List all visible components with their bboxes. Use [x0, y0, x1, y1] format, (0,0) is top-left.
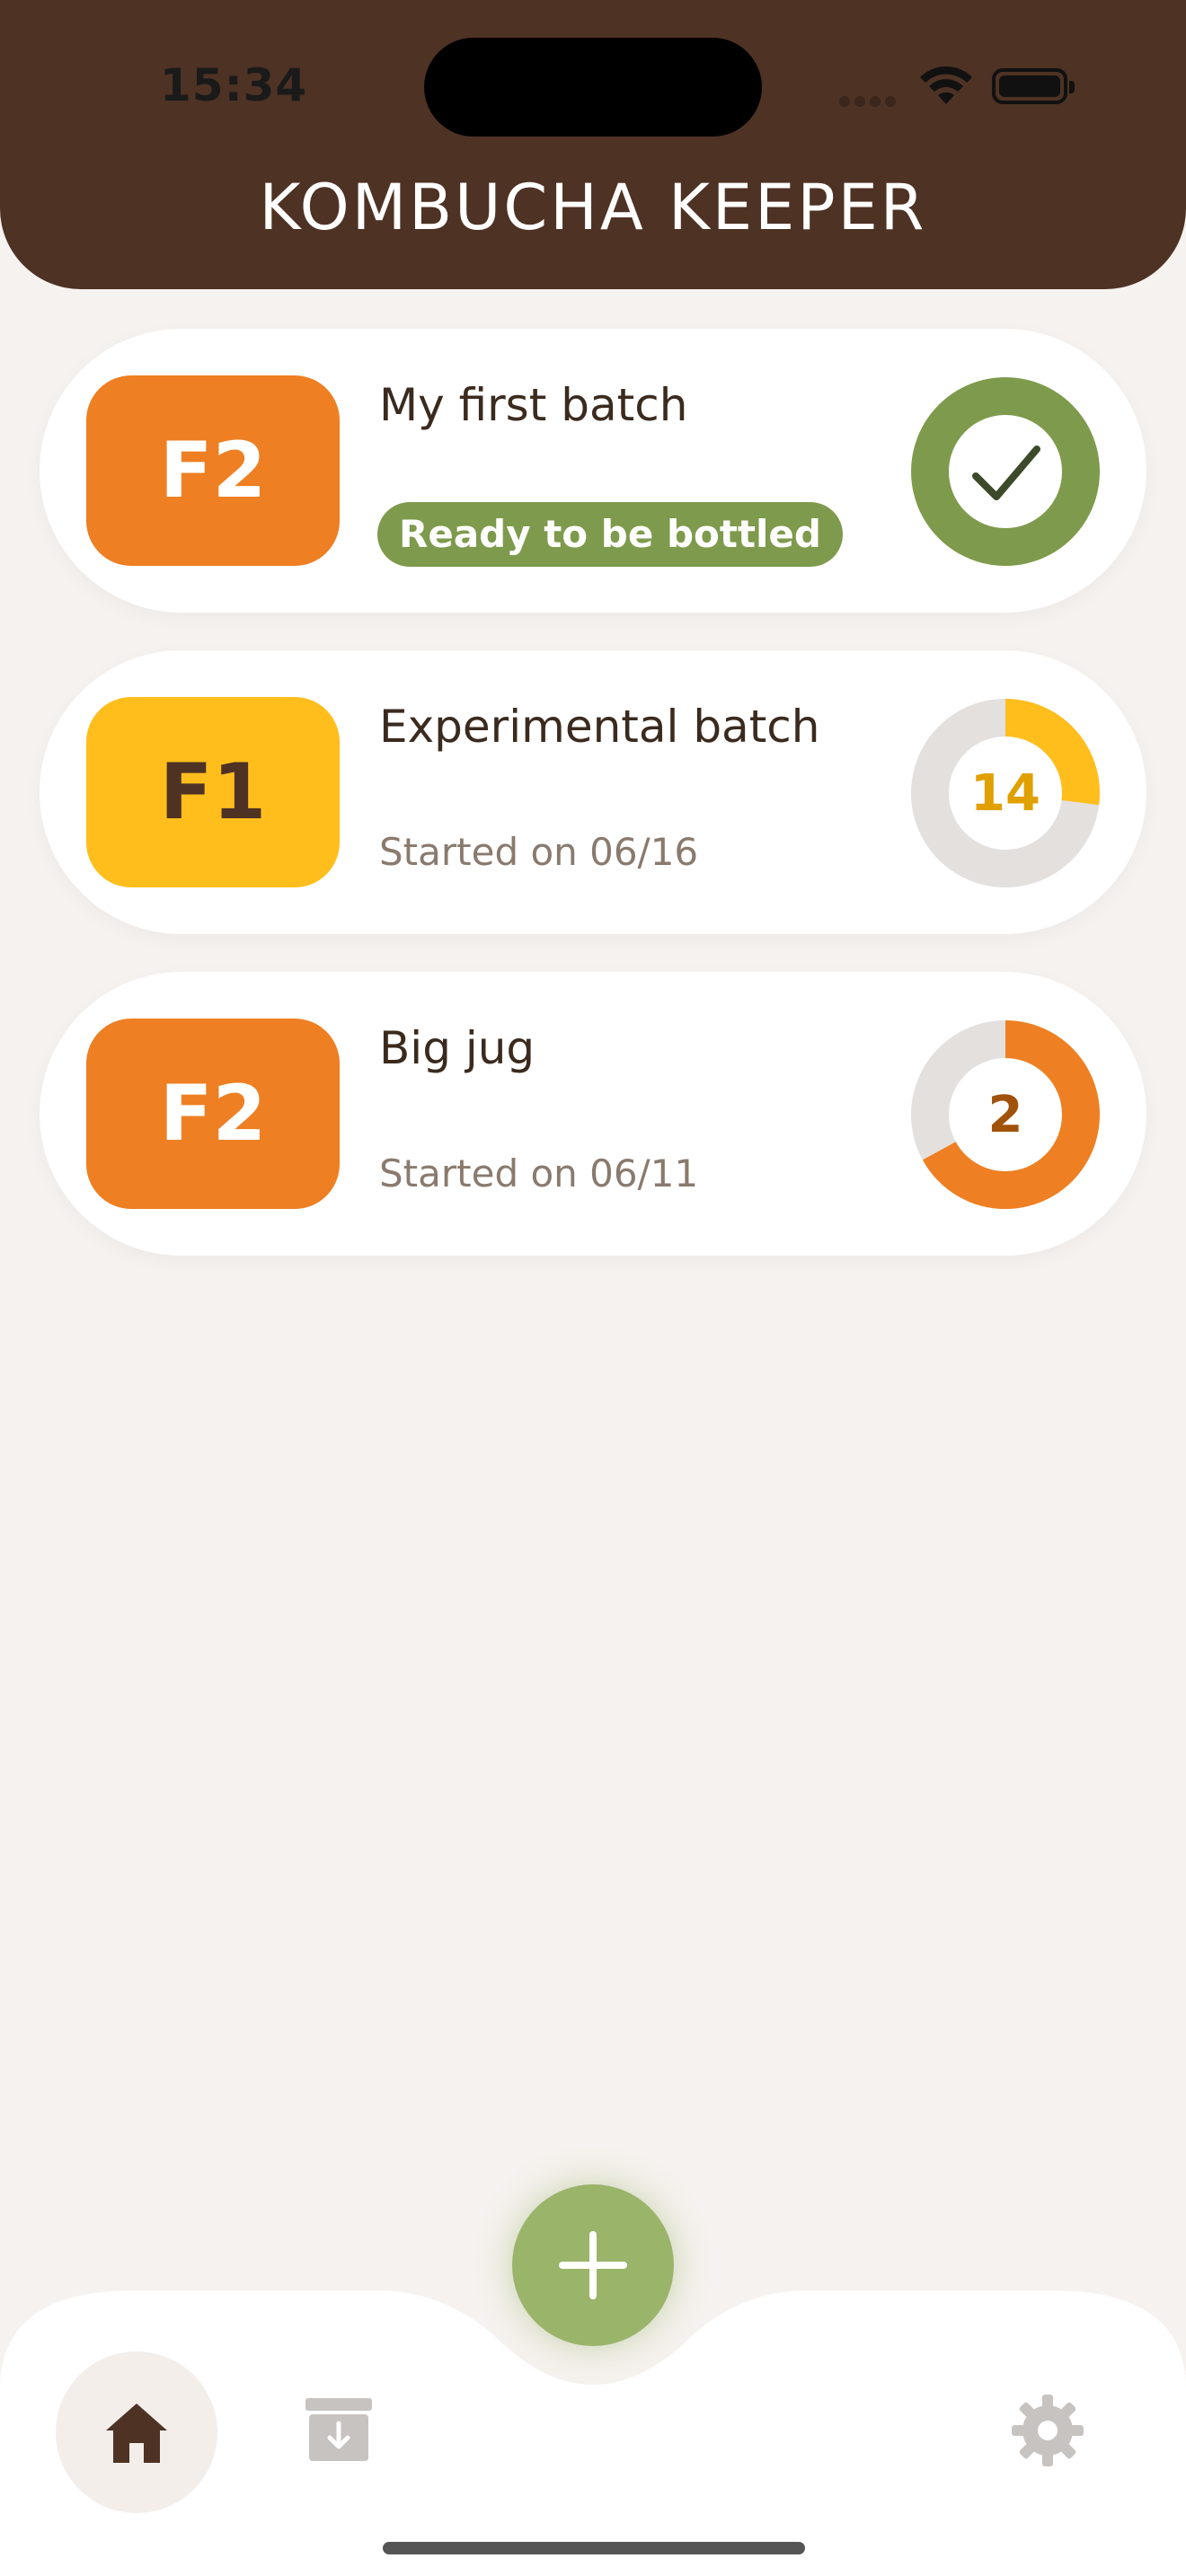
batch-card[interactable]: F1 Experimental batch Started on 06/16 1…: [40, 650, 1146, 934]
status-time: 15:34: [160, 59, 308, 111]
gear-icon[interactable]: [1010, 2393, 1085, 2468]
progress-ring: 14: [911, 699, 1100, 887]
cellular-signal-icon: [839, 93, 902, 107]
batch-card[interactable]: F2 Big jug Started on 06/11 2: [40, 972, 1146, 1256]
nav-home-tab[interactable]: [56, 2351, 217, 2513]
ready-check-ring: [911, 377, 1100, 566]
wifi-icon: [920, 66, 972, 104]
batch-start-date: Started on 06/11: [379, 1151, 699, 1195]
batch-start-date: Started on 06/16: [379, 830, 699, 874]
add-batch-button[interactable]: [512, 2184, 674, 2346]
stage-badge: F1: [86, 697, 340, 887]
dynamic-island: [424, 38, 762, 137]
stage-badge: F2: [86, 1019, 340, 1209]
app-header: 15:34 KOMBUCHA KEEPER: [0, 0, 1186, 289]
batch-name: Experimental batch: [379, 701, 820, 753]
battery-icon: [992, 68, 1075, 104]
plus-icon: [559, 2231, 627, 2299]
days-remaining: 2: [987, 1085, 1023, 1144]
status-badge: Ready to be bottled: [377, 502, 843, 567]
batch-name: My first batch: [379, 379, 688, 431]
app-title: KOMBUCHA KEEPER: [259, 171, 927, 244]
stage-badge: F2: [86, 375, 340, 566]
home-icon: [106, 2404, 167, 2463]
home-indicator: [383, 2542, 805, 2554]
check-icon: [972, 446, 1040, 500]
batch-name: Big jug: [379, 1022, 535, 1074]
archive-icon[interactable]: [305, 2398, 372, 2461]
progress-ring: 2: [911, 1020, 1100, 1209]
batch-card[interactable]: F2 My first batch Ready to be bottled: [40, 329, 1146, 613]
days-remaining: 14: [970, 763, 1040, 823]
